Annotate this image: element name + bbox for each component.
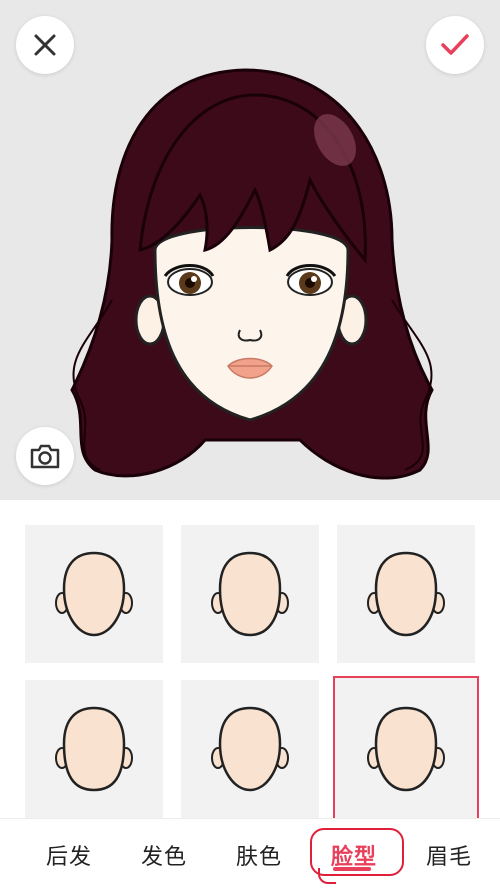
tab-hair-color[interactable]: 发色 [141, 839, 187, 871]
face-option-5[interactable] [181, 680, 319, 818]
face-shape-icon [55, 551, 133, 637]
face-option-3[interactable] [337, 525, 475, 663]
camera-icon [30, 444, 60, 469]
face-shape-icon [211, 551, 289, 637]
tab-back-hair[interactable]: 后发 [46, 839, 92, 871]
check-icon [441, 34, 469, 55]
confirm-button[interactable] [426, 16, 484, 74]
face-option-1[interactable] [25, 525, 163, 663]
face-option-2[interactable] [181, 525, 319, 663]
avatar-illustration [70, 68, 434, 480]
camera-button[interactable] [16, 427, 74, 485]
face-shape-icon [367, 551, 445, 637]
face-shape-icon [367, 706, 445, 792]
face-option-4[interactable] [25, 680, 163, 818]
tab-skin-color[interactable]: 肤色 [236, 839, 282, 871]
avatar-preview [0, 0, 500, 500]
face-shape-grid [0, 500, 500, 822]
highlight-annotation-tail [318, 868, 336, 884]
close-icon [34, 34, 56, 56]
face-option-6[interactable] [333, 676, 479, 822]
close-button[interactable] [16, 16, 74, 74]
face-shape-icon [211, 706, 289, 792]
face-shape-icon [55, 706, 133, 792]
tab-eyebrows[interactable]: 眉毛 [426, 839, 472, 871]
category-tabbar: 后发 发色 肤色 脸型 眉毛 [0, 818, 500, 889]
